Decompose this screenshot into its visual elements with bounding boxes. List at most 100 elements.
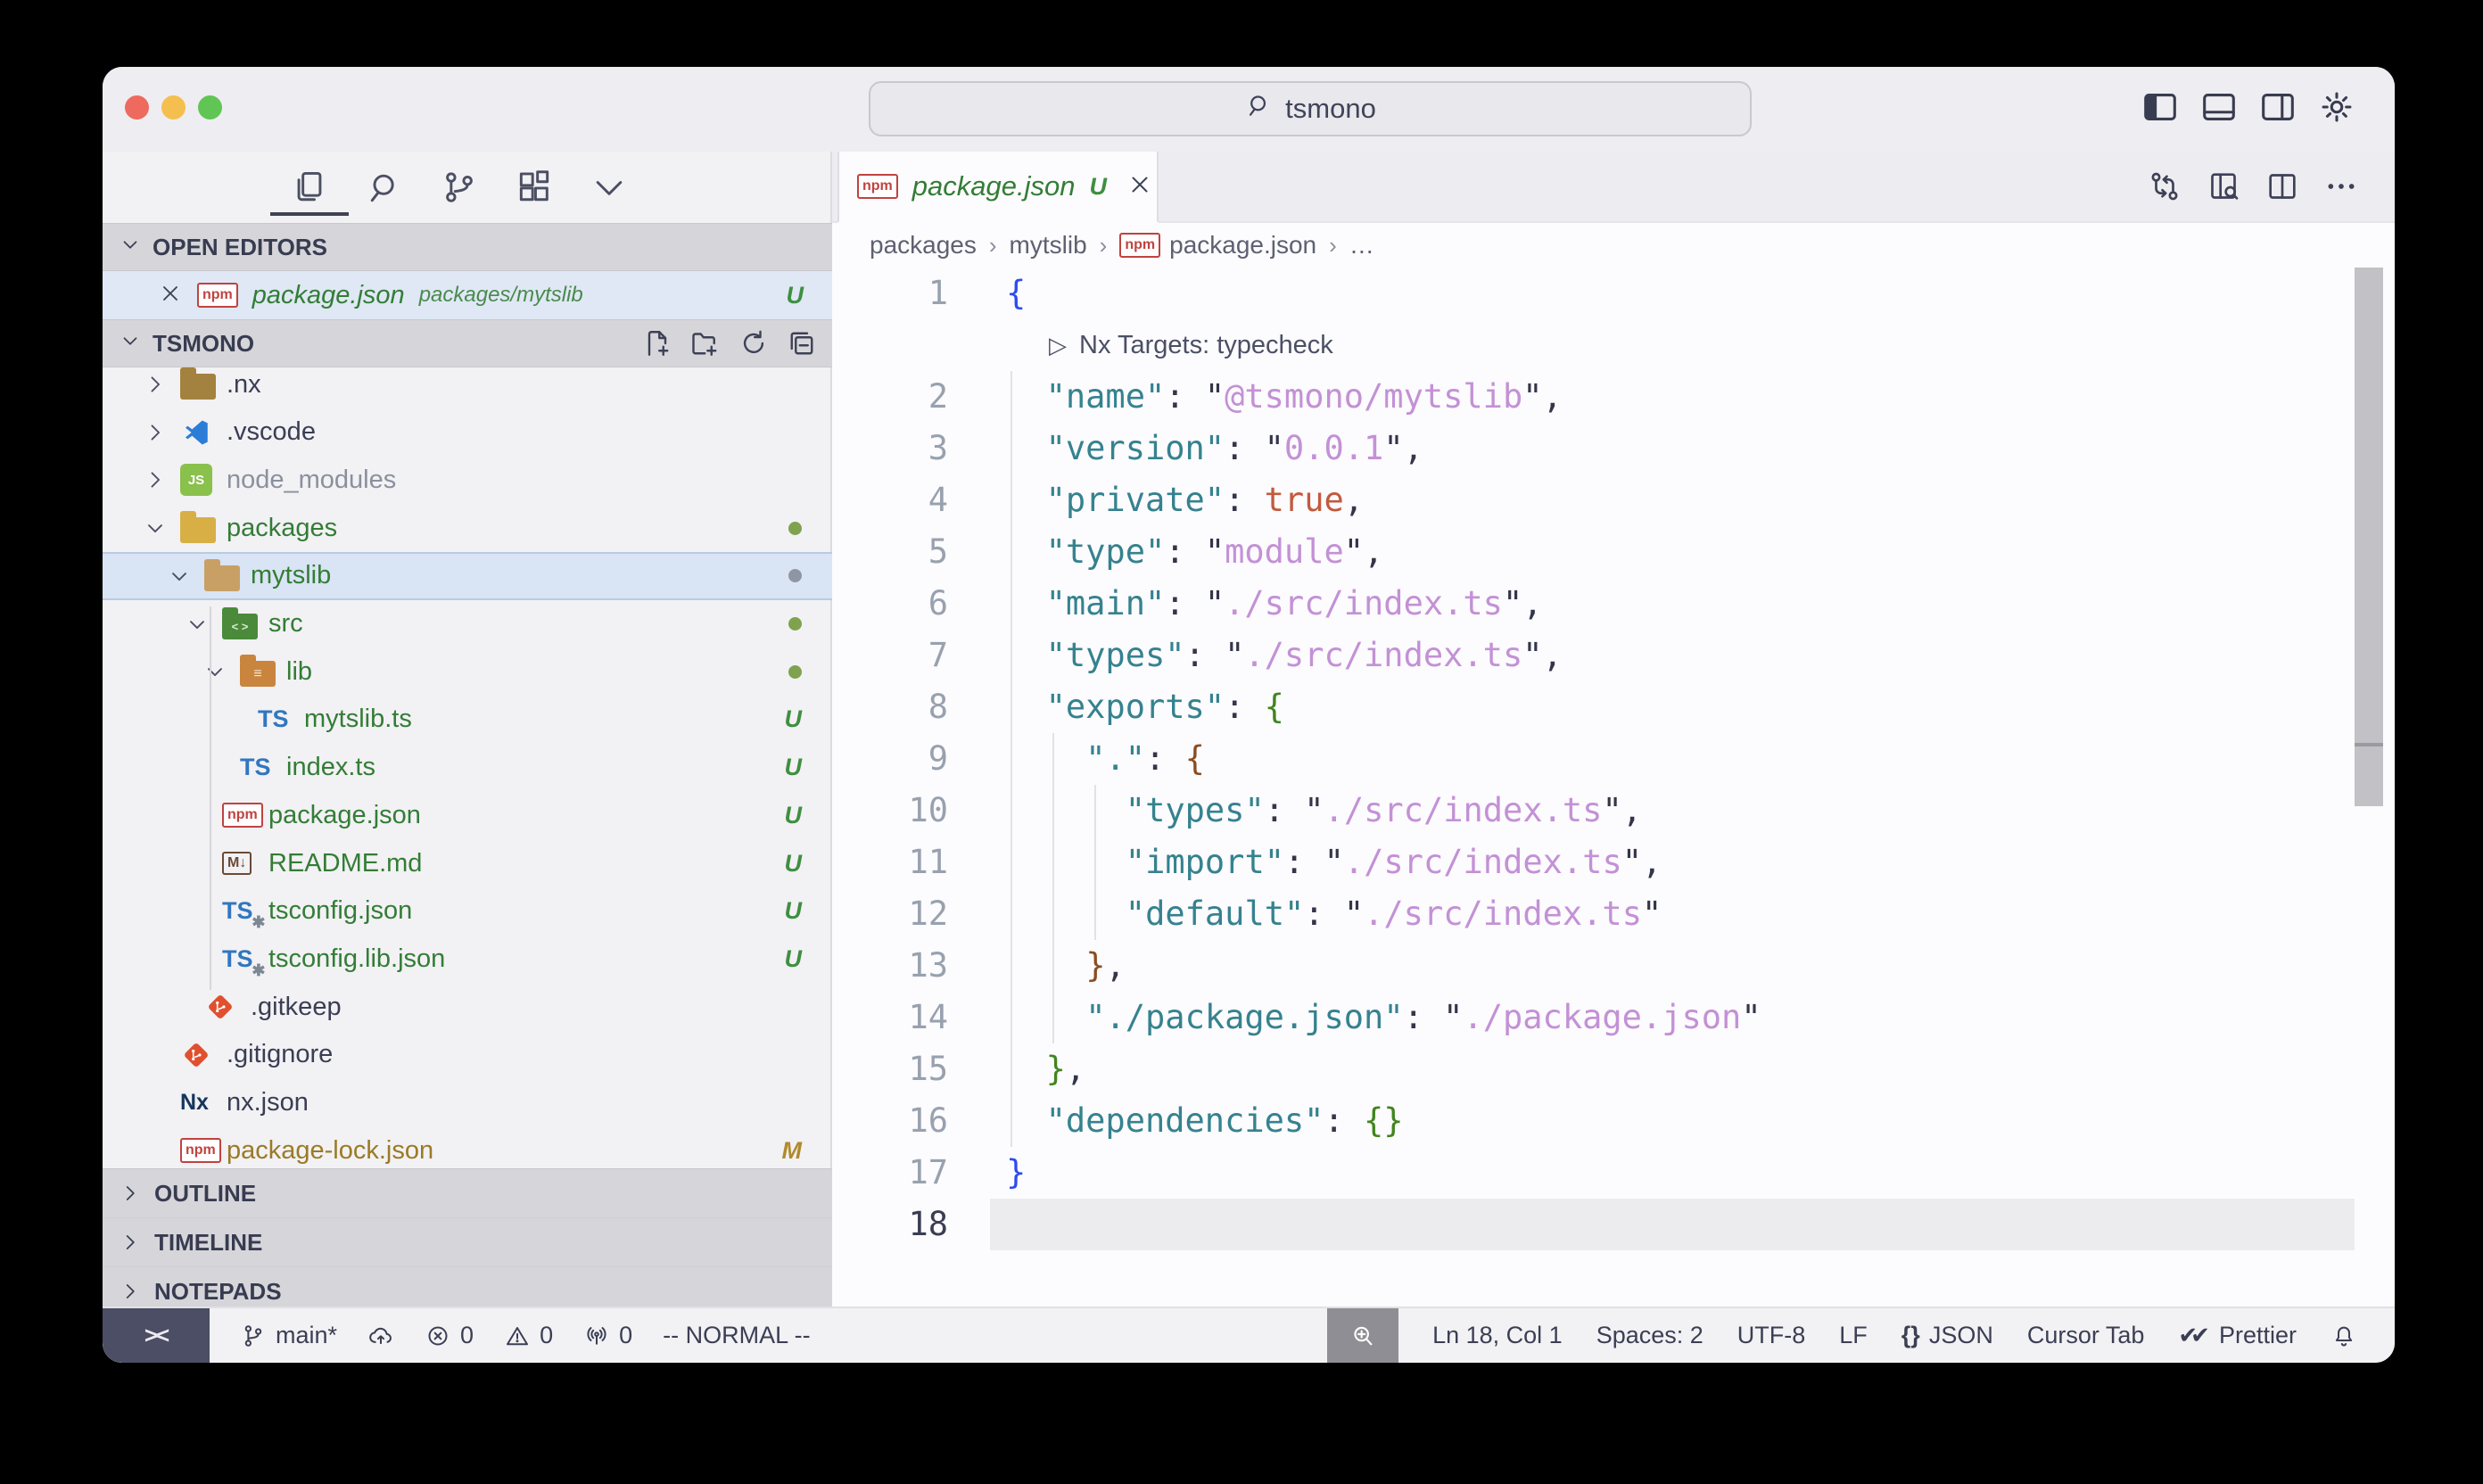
- status-normal[interactable]: -- NORMAL --: [663, 1322, 810, 1349]
- tree-item-nx.json[interactable]: Nx nx.json: [103, 1079, 832, 1127]
- status-0[interactable]: 0: [583, 1322, 632, 1349]
- line-number: 14: [832, 992, 948, 1043]
- tree-item-.nx[interactable]: .nx: [103, 367, 832, 408]
- folder-icon: [180, 374, 216, 400]
- explorer-section-header[interactable]: TSMONO: [103, 319, 832, 367]
- collapse-all-icon[interactable]: [786, 327, 818, 359]
- status-label: -- NORMAL --: [663, 1322, 810, 1349]
- status-main[interactable]: main*: [240, 1322, 337, 1349]
- tab-bar: npm package.json U: [832, 152, 2395, 223]
- activity-more-views[interactable]: [590, 159, 629, 216]
- tree-item-package-lock.json[interactable]: npm package-lock.json M: [103, 1126, 832, 1168]
- minimize-window-button[interactable]: [161, 95, 186, 120]
- status-prettier[interactable]: ✔✔Prettier: [2178, 1322, 2297, 1349]
- status-spaces-2[interactable]: Spaces: 2: [1596, 1322, 1703, 1349]
- panel-outline[interactable]: OUTLINE: [103, 1169, 832, 1218]
- status-cursor-tab[interactable]: Cursor Tab: [2027, 1322, 2145, 1349]
- close-editor-icon[interactable]: [158, 281, 183, 310]
- status-json[interactable]: {}JSON: [1901, 1322, 1993, 1349]
- status-0[interactable]: 0: [425, 1322, 474, 1349]
- breadcrumb-3[interactable]: …: [1349, 231, 1374, 260]
- breadcrumb-0[interactable]: packages: [870, 231, 977, 260]
- panel-timeline[interactable]: TIMELINE: [103, 1218, 832, 1267]
- breadcrumb-2[interactable]: npmpackage.json: [1119, 231, 1316, 260]
- tree-item-package.json[interactable]: npm package.json U: [103, 791, 832, 839]
- git-icon: [180, 1039, 212, 1071]
- status-ln-18-col-1[interactable]: Ln 18, Col 1: [1432, 1322, 1563, 1349]
- settings-icon[interactable]: [2316, 87, 2357, 128]
- sidebar-bottom-panels: OUTLINETIMELINENOTEPADS: [103, 1168, 832, 1307]
- open-preview-icon[interactable]: [2206, 169, 2241, 204]
- status-cloud-upload[interactable]: [367, 1323, 394, 1349]
- line-number: 8: [832, 681, 948, 733]
- code-editor[interactable]: 1 {▷Nx Targets: typecheck 2 "name": "@ts…: [832, 268, 2395, 1307]
- remote-indicator[interactable]: ><: [103, 1308, 210, 1363]
- status-zoom[interactable]: [1327, 1308, 1398, 1363]
- toggle-panel-icon[interactable]: [2198, 87, 2240, 128]
- tree-item-mytslib.ts[interactable]: TS mytslib.ts U: [103, 696, 832, 744]
- open-editor-item[interactable]: npm package.json packages/mytslib U: [103, 271, 832, 319]
- nx-icon: Nx: [180, 1092, 209, 1114]
- chevron-right-icon: [119, 1231, 142, 1254]
- chevron-right-icon: [119, 1182, 142, 1205]
- scrollbar-thumb-lower[interactable]: [2355, 746, 2383, 806]
- line-number: 13: [832, 940, 948, 992]
- new-file-icon[interactable]: [641, 327, 673, 359]
- new-folder-icon[interactable]: [689, 327, 722, 359]
- tsconfig-icon: TS: [222, 947, 253, 971]
- tree-item-tsconfig.json[interactable]: TS tsconfig.json U: [103, 887, 832, 936]
- breadcrumb-separator: ›: [1329, 232, 1337, 260]
- open-changes-icon[interactable]: [2147, 169, 2182, 204]
- command-center-search[interactable]: tsmono: [869, 81, 1752, 136]
- codelens[interactable]: ▷Nx Targets: typecheck: [832, 319, 2395, 371]
- scrollbar-thumb[interactable]: [2355, 268, 2383, 743]
- tree-item-.vscode[interactable]: .vscode: [103, 408, 832, 457]
- line-number: 17: [832, 1147, 948, 1199]
- tree-item-.gitignore[interactable]: .gitignore: [103, 1031, 832, 1079]
- tree-item-src[interactable]: src: [103, 600, 832, 648]
- close-window-button[interactable]: [125, 95, 149, 120]
- activity-extensions[interactable]: [515, 159, 554, 216]
- tree-item-node_modules[interactable]: JS node_modules: [103, 456, 832, 504]
- warning-icon: [504, 1323, 531, 1349]
- breadcrumb-1[interactable]: mytslib: [1010, 231, 1087, 260]
- split-editor-icon[interactable]: [2264, 169, 2300, 204]
- tree-item-tsconfig.lib.json[interactable]: TS tsconfig.lib.json U: [103, 935, 832, 983]
- activity-search[interactable]: [365, 159, 404, 216]
- code-line-17: 17 }: [832, 1147, 2395, 1199]
- toggle-primary-sidebar-icon[interactable]: [2140, 87, 2181, 128]
- node-modules-icon: JS: [180, 464, 212, 496]
- chevron-down-icon: [143, 515, 168, 540]
- activity-source-control[interactable]: [440, 159, 479, 216]
- run-target-icon[interactable]: ▷: [1049, 319, 1067, 371]
- zoom-window-button[interactable]: [198, 95, 222, 120]
- chevron-right-icon: [143, 420, 168, 445]
- status-utf-8[interactable]: UTF-8: [1737, 1322, 1806, 1349]
- refresh-icon[interactable]: [738, 327, 770, 359]
- tree-item-label: .vscode: [227, 417, 316, 447]
- tab-package-json[interactable]: npm package.json U: [837, 152, 1159, 223]
- tree-item-index.ts[interactable]: TS index.ts U: [103, 744, 832, 792]
- screen: tsmono OPEN EDITORS npm package.json pac…: [0, 0, 2483, 1484]
- tree-item-packages[interactable]: packages: [103, 504, 832, 552]
- code-line-11: 11 "import": "./src/index.ts",: [832, 837, 2395, 888]
- toggle-secondary-sidebar-icon[interactable]: [2257, 87, 2298, 128]
- open-editor-path: packages/mytslib: [419, 283, 583, 308]
- status-lf[interactable]: LF: [1839, 1322, 1868, 1349]
- activity-explorer[interactable]: [290, 159, 329, 216]
- more-actions-icon[interactable]: [2323, 169, 2359, 204]
- open-editors-header[interactable]: OPEN EDITORS: [103, 223, 832, 271]
- code-line-5: 5 "type": "module",: [832, 526, 2395, 578]
- tree-item-lib[interactable]: lib: [103, 647, 832, 696]
- tree-item-.gitkeep[interactable]: .gitkeep: [103, 983, 832, 1031]
- close-tab-icon[interactable]: [1126, 171, 1153, 202]
- line-number: 4: [832, 474, 948, 526]
- status-bell[interactable]: [2330, 1323, 2357, 1349]
- tree-item-badge: [788, 569, 832, 582]
- status-0[interactable]: 0: [504, 1322, 553, 1349]
- tree-item-mytslib[interactable]: mytslib: [103, 552, 832, 600]
- code-line-12: 12 "default": "./src/index.ts": [832, 888, 2395, 940]
- tree-item-README.md[interactable]: M↓ README.md U: [103, 839, 832, 887]
- tree-item-label: lib: [286, 657, 312, 687]
- code-line-6: 6 "main": "./src/index.ts",: [832, 578, 2395, 630]
